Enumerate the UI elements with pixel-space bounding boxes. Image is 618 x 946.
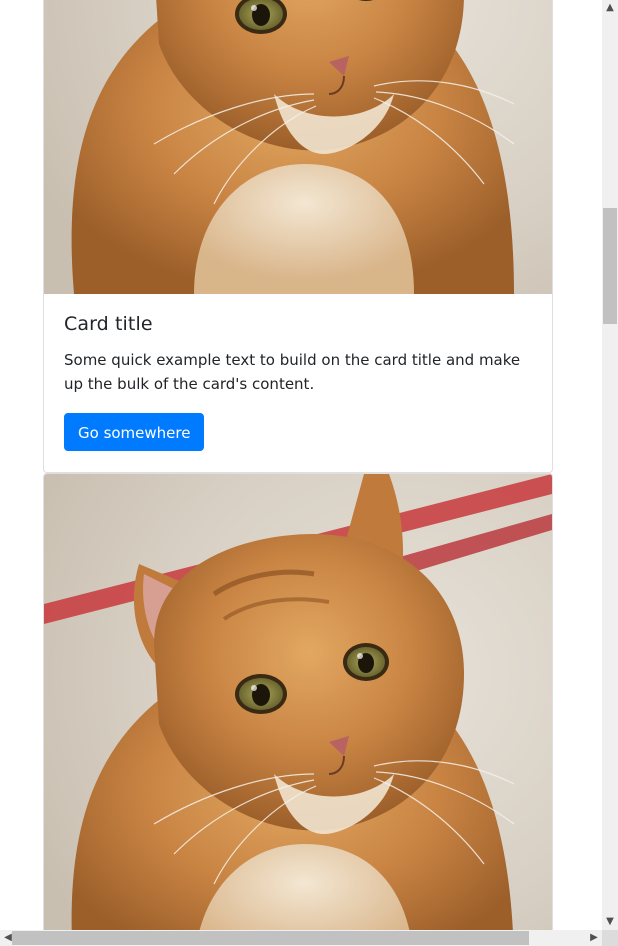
cat-photo [44,474,552,930]
cat-photo [44,0,552,294]
horizontal-scrollbar[interactable]: ◀ ▶ [0,930,602,946]
page-viewport: Card title Some quick example text to bu… [0,0,602,930]
card-image [44,474,552,930]
card-image [44,0,552,294]
card-title: Card title [64,313,153,335]
chevron-up-icon[interactable]: ▲ [602,0,618,16]
card-body: Card title Some quick example text to bu… [64,313,532,451]
card: Card title Some quick example text to bu… [43,0,553,473]
card-text: Some quick example text to build on the … [64,350,521,393]
vertical-scrollbar[interactable]: ▲ ▼ [602,0,618,930]
chevron-down-icon[interactable]: ▼ [602,914,618,930]
horizontal-scroll-thumb[interactable] [12,931,529,945]
go-somewhere-button[interactable]: Go somewhere [64,412,205,451]
vertical-scroll-thumb[interactable] [603,208,617,324]
card [43,473,553,930]
chevron-right-icon[interactable]: ▶ [586,930,602,946]
scrollbar-corner [602,930,618,946]
